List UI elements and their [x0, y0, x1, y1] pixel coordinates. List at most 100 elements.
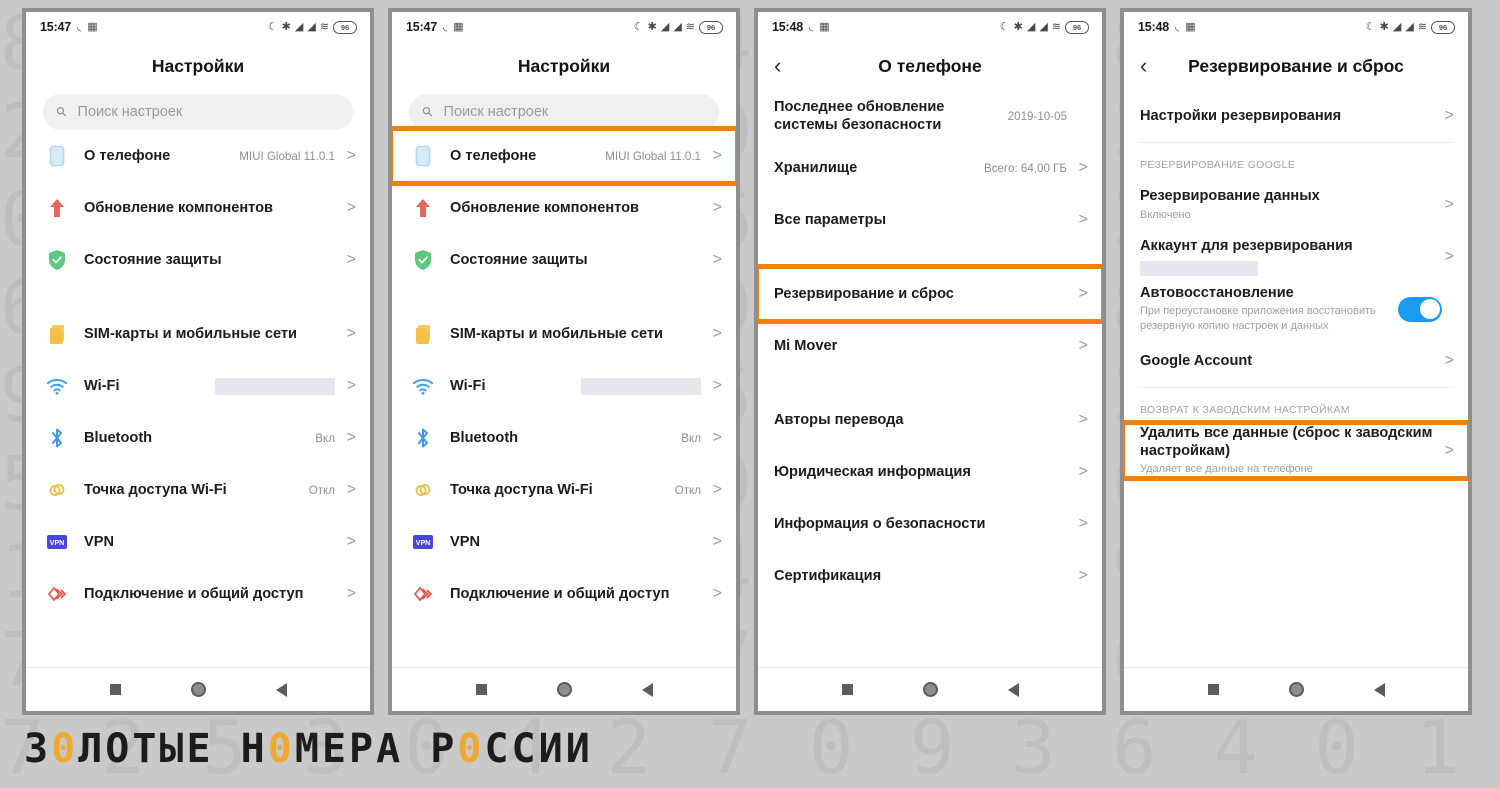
back-button[interactable] [275, 682, 287, 697]
notification-icon: ▦ [1185, 20, 1196, 33]
list-item[interactable]: Автовосстановление При переустановке прил… [1124, 283, 1468, 335]
list-item[interactable]: Bluetooth Вкл > [392, 412, 736, 464]
list-item-label-wrap: О телефоне [438, 147, 605, 165]
list-item[interactable]: Все параметры > [758, 194, 1102, 246]
list-item[interactable]: Точка доступа Wi-Fi Откл > [392, 464, 736, 516]
list-item-value: MIUI Global 11.0.1 [605, 149, 701, 163]
back-chevron-icon[interactable]: ‹ [1140, 55, 1162, 77]
list-item[interactable]: Wi-Fi > [26, 360, 370, 412]
back-button[interactable] [641, 682, 653, 697]
list-item-redacted-subtitle [1140, 259, 1442, 277]
chevron-right-icon: > [1078, 211, 1088, 228]
notification-icon: ▦ [819, 20, 830, 33]
list-item[interactable]: Bluetooth Вкл > [26, 412, 370, 464]
list-item[interactable]: Аккаунт для резервирования > [1124, 231, 1468, 283]
watermark-accent-char: 0 [457, 726, 485, 772]
back-button[interactable] [1373, 682, 1385, 697]
search-icon: ⚲ [418, 102, 437, 121]
list-item-label: VPN [450, 533, 481, 550]
list-item-label-wrap: Подключение и общий доступ [438, 585, 710, 603]
list-item-label-wrap: Настройки резервирования [1140, 107, 1442, 125]
list-item-label-wrap: Хранилище [774, 159, 984, 177]
list-item[interactable]: Удалить все данные (сброс к заводским на… [1124, 419, 1468, 482]
list-item[interactable]: Состояние защиты > [392, 234, 736, 286]
list-item[interactable]: Резервирование и сброс > [758, 264, 1102, 324]
phone-screenshot-strip: 15:47 ◟ ▦ ☾ ✱ ◢ ◢ ≋ 96 Настройки ⚲ Поиск настроек О … [0, 0, 1500, 720]
phone-screen-backup-and-reset: 15:48 ◟ ▦ ☾ ✱ ◢ ◢ ≋ 96 ‹ Резервирование и сброс Нас… [1120, 8, 1472, 715]
chevron-right-icon: > [712, 147, 722, 164]
list-item-icon [42, 197, 72, 219]
list-item-subtitle: При переустановке приложения восстановит… [1140, 305, 1376, 333]
list-item-label: Точка доступа Wi-Fi [84, 481, 227, 498]
list-item-label: Автовосстановление [1140, 285, 1294, 302]
status-bar: 15:48 ◟ ▦ ☾ ✱ ◢ ◢ ≋ 96 [1124, 12, 1468, 42]
back-button[interactable] [1007, 682, 1019, 697]
wifi-icon: ≋ [319, 20, 329, 33]
list-item-value: Вкл [681, 431, 701, 445]
wifi-icon: ≋ [1051, 20, 1061, 33]
recents-button[interactable] [109, 684, 121, 695]
list-item[interactable]: Mi Mover > [758, 320, 1102, 372]
vpn-icon: VPN [412, 534, 434, 550]
recents-button[interactable] [1207, 684, 1219, 695]
settings-list: О телефоне MIUI Global 11.0.1 > Обновление … [26, 130, 370, 667]
list-item[interactable]: SIM-карты и мобильные сети > [392, 308, 736, 360]
chevron-right-icon: > [1444, 196, 1454, 213]
auto-restore-toggle[interactable] [1398, 296, 1442, 322]
recents-button[interactable] [841, 684, 853, 695]
redacted-bar [1140, 260, 1258, 276]
list-item-icon [42, 249, 72, 271]
recents-button[interactable] [475, 684, 487, 695]
list-item[interactable]: Юридическая информация > [758, 446, 1102, 498]
status-bar: 15:48 ◟ ▦ ☾ ✱ ◢ ◢ ≋ 96 [758, 12, 1102, 42]
list-item[interactable]: Состояние защиты > [26, 234, 370, 286]
list-item[interactable]: Сертификация > [758, 550, 1102, 602]
search-icon: ⚲ [52, 102, 71, 121]
list-item[interactable]: Обновление компонентов > [392, 182, 736, 234]
signal-bar-icon: ◢ [1392, 20, 1402, 33]
search-input[interactable]: ⚲ Поиск настроек [409, 94, 719, 130]
list-item-label: Обновление компонентов [84, 199, 273, 216]
hotspot-icon [46, 480, 68, 500]
dnd-icon: ☾ [1365, 20, 1376, 33]
share-connection-icon [412, 583, 434, 605]
list-item[interactable]: VPN VPN > [392, 516, 736, 568]
list-item[interactable]: О телефоне MIUI Global 11.0.1 > [392, 126, 736, 186]
home-button[interactable] [1288, 682, 1304, 697]
list-item[interactable]: SIM-карты и мобильные сети > [26, 308, 370, 360]
list-item-label-wrap: Информация о безопасности [774, 515, 1076, 533]
list-item[interactable]: Настройки резервирования > [1124, 90, 1468, 142]
list-item[interactable]: Wi-Fi > [392, 360, 736, 412]
list-item[interactable]: Авторы перевода > [758, 394, 1102, 446]
list-item[interactable]: Подключение и общий доступ > [26, 568, 370, 620]
list-item[interactable]: Информация о безопасности > [758, 498, 1102, 550]
list-item[interactable]: Точка доступа Wi-Fi Откл > [26, 464, 370, 516]
chevron-right-icon: > [1078, 159, 1088, 176]
home-button[interactable] [190, 682, 206, 697]
home-button[interactable] [922, 682, 938, 697]
search-placeholder: Поиск настроек [443, 104, 549, 120]
list-item-label: Удалить все данные (сброс к заводским на… [1140, 425, 1433, 460]
list-item-icon [42, 323, 72, 345]
section-header: ВОЗВРАТ К ЗАВОДСКИМ НАСТРОЙКАМ [1140, 404, 1350, 416]
navigation-bar [1124, 667, 1468, 711]
list-item[interactable]: VPN VPN > [26, 516, 370, 568]
list-item[interactable]: Обновление компонентов > [26, 182, 370, 234]
list-item[interactable]: О телефоне MIUI Global 11.0.1 > [26, 130, 370, 182]
chevron-right-icon: > [346, 585, 356, 602]
page-title: Настройки [151, 55, 245, 76]
back-chevron-icon[interactable]: ‹ [774, 55, 796, 77]
list-item[interactable]: Последнее обновление системы безопасност… [758, 90, 1102, 142]
navigation-bar [758, 667, 1102, 711]
chevron-right-icon: > [1444, 352, 1454, 369]
chevron-right-icon: > [1078, 337, 1088, 354]
home-button[interactable] [556, 682, 572, 697]
list-item[interactable]: Хранилище Всего: 64,00 ГБ > [758, 142, 1102, 194]
list-item[interactable]: Резервирование данных Включено > [1124, 179, 1468, 231]
signal-bar-icon: ◢ [1026, 20, 1036, 33]
status-bar: 15:47 ◟ ▦ ☾ ✱ ◢ ◢ ≋ 96 [26, 12, 370, 42]
chevron-right-icon: > [346, 251, 356, 268]
search-input[interactable]: ⚲ Поиск настроек [43, 94, 353, 130]
list-item[interactable]: Google Account > [1124, 335, 1468, 387]
list-item[interactable]: Подключение и общий доступ > [392, 568, 736, 620]
